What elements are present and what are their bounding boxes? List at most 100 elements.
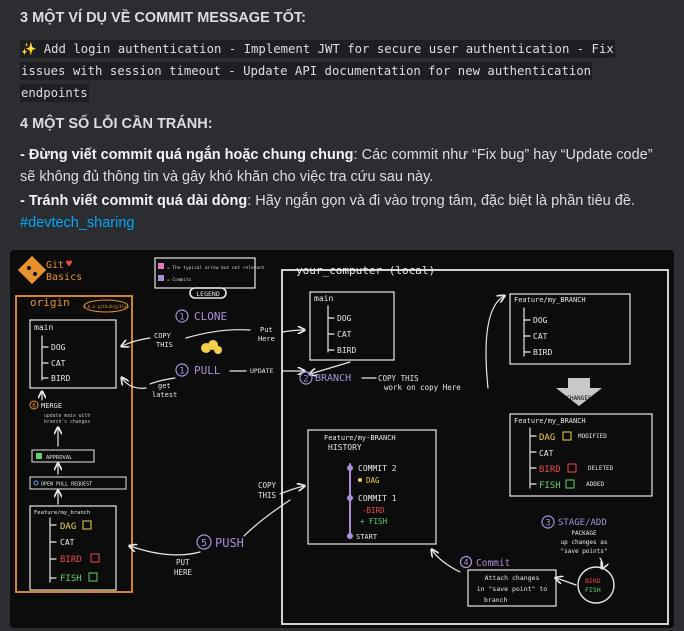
pull-update: UPDATE: [250, 367, 274, 375]
origin-file-cat: CAT: [51, 359, 66, 368]
tip2-dash: -: [20, 193, 29, 209]
origin-file-fish: FISH: [60, 574, 82, 584]
changed-file-dag: DAG: [539, 433, 555, 443]
origin-feature-label: Feature/my_branch: [34, 510, 90, 516]
commit-desc-3: branch: [484, 596, 508, 604]
changed-file-bird: BIRD: [539, 465, 561, 475]
git-basics-image[interactable]: Git ♥ Basics = The typical arrow but not…: [10, 250, 674, 628]
history-title-2: HISTORY: [328, 443, 362, 452]
computer-title: your_computer (local): [296, 264, 435, 277]
local-file-bird: BIRD: [337, 346, 356, 355]
local-feature-box: [509, 293, 631, 365]
local-main-label: main: [314, 294, 333, 303]
legend-swatch-commit: [158, 275, 164, 281]
dag-bullet-icon: [358, 478, 362, 482]
pr-icon: [33, 480, 39, 486]
origin-title: origin: [30, 296, 70, 309]
history-commit-2: COMMIT 2: [358, 464, 397, 473]
hashtag-link[interactable]: #devtech_sharing: [20, 215, 134, 231]
changed-file-fish: FISH: [539, 481, 561, 491]
clone-this: THIS: [156, 341, 173, 349]
heart-icon: ♥: [66, 259, 72, 270]
merge-desc-1: update main with: [44, 413, 90, 419]
step-6-number: 6: [32, 403, 36, 410]
put-here-2: Here: [258, 335, 275, 343]
local-file-cat: CAT: [337, 330, 352, 339]
branch-copy: COPY THIS: [378, 374, 419, 383]
step-4-number: 4: [464, 558, 469, 567]
merge-desc-2: branch's changes: [44, 419, 90, 425]
legend-title: LEGEND: [196, 290, 220, 298]
step-branch: BRANCH: [315, 373, 351, 384]
step-commit: Commit: [476, 558, 510, 569]
step-1-pull-number: 1: [179, 367, 184, 377]
tip1-dash: -: [20, 147, 29, 163]
stage-desc-2: up changes as: [561, 539, 608, 546]
history-commit-2-dag: DAG: [366, 476, 380, 485]
stage-desc-3: "save points": [561, 548, 608, 555]
origin-file-bird: BIRD: [51, 374, 70, 383]
logo-title: Git: [46, 260, 64, 271]
approval-label: APPROVAL: [46, 455, 73, 461]
legend-item-2: = Commits: [167, 277, 192, 283]
save-point-package-icon: [577, 566, 615, 604]
package-fish: FISH: [585, 586, 601, 594]
open-pr-label: OPEN PULL REQUEST: [41, 482, 92, 488]
changed-feature-label: Feature/my_BRANCH: [514, 417, 586, 425]
history-commit-1-fish: + FISH: [360, 517, 388, 526]
origin-main-label: main: [34, 323, 53, 332]
local-feature-label: Feature/my_BRANCH: [514, 296, 586, 304]
local-feature-cat: CAT: [533, 332, 548, 341]
changed-modified-icon: [562, 431, 572, 441]
step-5-number: 5: [201, 538, 207, 549]
origin-note: a.k.a github/gitlab: [83, 304, 129, 309]
code-line-1: ✨ Add login authentication - Implement J…: [20, 40, 615, 58]
origin-file-bird-2: BIRD: [60, 555, 82, 565]
tip1-bold: Đừng viết commit quá ngắn hoặc chung chu…: [28, 147, 354, 163]
clone-copy: COPY: [154, 332, 172, 340]
deleted-icon: [90, 553, 100, 563]
package-bird: BIRD: [585, 577, 601, 585]
changed-deleted-icon: [567, 463, 577, 473]
commit-2-dot: [347, 465, 353, 471]
local-feature-bird: BIRD: [533, 348, 552, 357]
modified-label: MODIFIED: [578, 433, 607, 440]
step-clone: CLONE: [194, 310, 227, 323]
history-start: START: [356, 533, 378, 541]
tip-too-short: - Đừng viết commit quá ngắn hoặc chung c…: [20, 144, 670, 188]
changes-label: CHANGES: [566, 395, 592, 402]
origin-file-cat-2: CAT: [60, 538, 75, 547]
pull-cloud-icon: [201, 340, 222, 354]
git-basics-diagram: Git ♥ Basics = The typical arrow but not…: [15, 255, 669, 625]
changed-file-cat: CAT: [539, 449, 554, 458]
push-copy: COPY: [258, 481, 277, 490]
origin-file-dog: DOG: [51, 343, 66, 352]
put-here-1: Put: [260, 326, 273, 334]
added-icon: [88, 572, 98, 582]
start-dot: [347, 533, 353, 539]
commit-example-code: ✨ Add login authentication - Implement J…: [20, 38, 660, 104]
legend-box: [154, 257, 256, 289]
step-3-number: 3: [545, 519, 550, 529]
step-pull: PULL: [194, 364, 221, 377]
legend-item-1: = The typical arrow but not relevant: [167, 265, 265, 271]
step-2-number: 2: [303, 375, 308, 385]
modified-icon: [82, 520, 92, 530]
commit-1-dot: [347, 495, 353, 501]
pull-latest: latest: [152, 391, 177, 399]
legend-swatch-arrow: [158, 263, 164, 269]
history-title-1: Feature/my-BRANCH: [324, 434, 396, 442]
step-push: PUSH: [215, 536, 244, 550]
commit-desc-2: in "save point" to: [477, 585, 548, 593]
merge-title: MERGE: [41, 402, 62, 410]
step-stage: STAGE/ADD: [558, 518, 607, 528]
deleted-label: DELETED: [588, 465, 614, 472]
approval-check-icon: [36, 453, 42, 459]
heading-mistakes: 4 MỘT SỐ LỖI CẦN TRÁNH:: [20, 116, 213, 132]
push-this: THIS: [258, 491, 277, 500]
push-put: PUT: [176, 558, 190, 567]
logo-subtitle: Basics: [46, 272, 82, 283]
changed-added-icon: [565, 479, 575, 489]
local-feature-dog: DOG: [533, 316, 548, 325]
stage-desc-1: PACKAGE: [571, 530, 597, 537]
